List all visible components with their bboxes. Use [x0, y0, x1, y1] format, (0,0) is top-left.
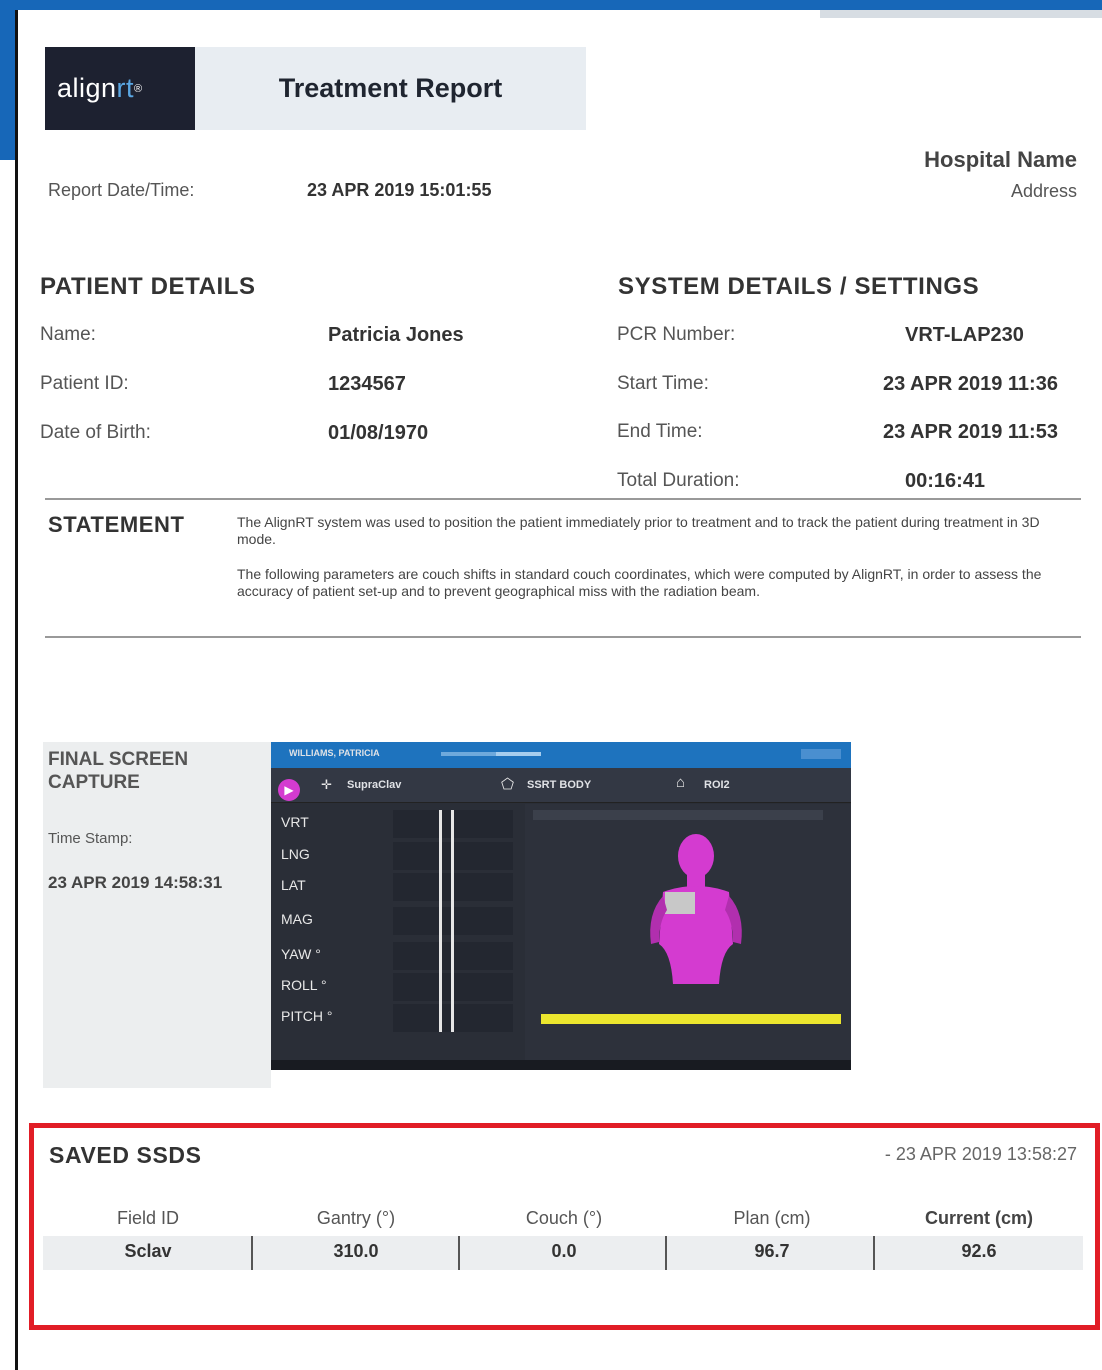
top-right-strip	[820, 10, 1102, 18]
patient-dob-value: 01/08/1970	[328, 422, 429, 444]
region-c-label: ROI2	[704, 779, 730, 791]
capture-heading-line-2: CAPTURE	[48, 772, 140, 793]
col-header-gantry: Gantry (°)	[316, 1208, 396, 1228]
axis-label-roll: ROLL °	[281, 977, 327, 993]
patient-id-value: 1234567	[328, 373, 406, 395]
end-time-value: 23 APR 2019 11:53	[883, 421, 1058, 443]
alignrt-logo: align rt ®	[45, 47, 195, 130]
saved-ssds-heading: SAVED SSDS	[49, 1142, 202, 1168]
final-screen-capture-image: WILLIAMS, PATRICIA ✛ SupraClav ⬠ SSRT BO…	[271, 742, 851, 1070]
patient-details-heading: PATIENT DETAILS	[40, 273, 256, 300]
column-separator	[251, 1236, 253, 1270]
col-header-plan: Plan (cm)	[733, 1208, 811, 1228]
timestamp-value: 23 APR 2019 14:58:31	[48, 873, 223, 892]
page-left-edge	[15, 10, 18, 1370]
capture-heading-line-1: FINAL SCREEN	[48, 749, 189, 770]
pcr-number-label: PCR Number:	[617, 324, 736, 345]
report-title: Treatment Report	[195, 47, 586, 130]
hospital-address: Address	[1010, 181, 1077, 201]
report-date-label: Report Date/Time:	[48, 180, 195, 200]
axis-label-pitch: PITCH °	[281, 1008, 333, 1024]
patient-id-label: Patient ID:	[40, 373, 129, 394]
report-date-value: 23 APR 2019 15:01:55	[307, 180, 492, 200]
statement-heading: STATEMENT	[48, 512, 185, 537]
region-a-label: SupraClav	[347, 779, 402, 791]
axis-label-yaw: YAW °	[281, 946, 321, 962]
column-separator	[665, 1236, 667, 1270]
patient-dob-label: Date of Birth:	[40, 422, 151, 443]
patient-name-value: Patricia Jones	[328, 324, 464, 346]
col-header-couch: Couch (°)	[525, 1208, 603, 1228]
screen-title-bar: WILLIAMS, PATRICIA	[271, 742, 851, 768]
window-top-border	[0, 0, 1102, 10]
cell-current: 92.6	[961, 1241, 997, 1261]
cell-gantry: 310.0	[333, 1241, 379, 1261]
divider-bottom	[45, 636, 1081, 638]
screen-status-bar	[271, 1060, 851, 1070]
hospital-name: Hospital Name	[924, 147, 1077, 172]
statement-paragraph-2: The following parameters are couch shift…	[237, 566, 1042, 599]
total-duration-value: 00:16:41	[905, 470, 986, 492]
window-left-border	[0, 0, 15, 160]
logo-mark: ®	[134, 82, 143, 95]
end-time-label: End Time:	[617, 421, 703, 442]
timestamp-label: Time Stamp:	[48, 830, 133, 847]
axis-label-lat: LAT	[281, 877, 306, 893]
region-b-label: SSRT BODY	[527, 779, 592, 791]
axis-label-vrt: VRT	[281, 814, 309, 830]
cell-field-id: Sclav	[124, 1241, 172, 1261]
saved-ssds-timestamp: - 23 APR 2019 13:58:27	[884, 1144, 1077, 1164]
patient-surface-render	[650, 834, 742, 984]
tracking-bar	[541, 1014, 841, 1024]
col-header-current: Current (cm)	[924, 1208, 1033, 1228]
total-duration-label: Total Duration:	[617, 470, 740, 491]
play-icon: ▶	[278, 779, 300, 801]
column-separator	[458, 1236, 460, 1270]
screen-patient-header: WILLIAMS, PATRICIA	[289, 748, 380, 758]
column-separator	[873, 1236, 875, 1270]
home-icon: ⌂	[676, 774, 686, 791]
start-time-value: 23 APR 2019 11:36	[883, 373, 1058, 395]
axis-label-mag: MAG	[281, 911, 313, 927]
screen-region-bar: ✛ SupraClav ⬠ SSRT BODY ⌂ ROI2	[271, 768, 851, 803]
cell-couch: 0.0	[551, 1241, 577, 1261]
crosshair-icon: ✛	[321, 777, 332, 792]
final-screen-capture-panel: FINAL SCREEN CAPTURE Time Stamp: 23 APR …	[43, 742, 271, 1088]
pcr-number-value: VRT-LAP230	[905, 324, 1024, 346]
patient-name-label: Name:	[40, 324, 96, 345]
statement-paragraph-1: The AlignRT system was used to position …	[237, 514, 1040, 547]
capture-heading: FINAL SCREEN CAPTURE	[48, 748, 188, 794]
cell-plan: 96.7	[754, 1241, 790, 1261]
logo-text-b: rt	[116, 73, 135, 103]
start-time-label: Start Time:	[617, 373, 709, 394]
col-header-field-id: Field ID	[116, 1208, 179, 1228]
system-details-heading: SYSTEM DETAILS / SETTINGS	[618, 273, 980, 300]
logo-text-a: align	[57, 73, 117, 103]
axis-label-lng: LNG	[281, 846, 310, 862]
divider-top	[45, 498, 1081, 500]
body-outline-icon: ⬠	[501, 776, 515, 793]
